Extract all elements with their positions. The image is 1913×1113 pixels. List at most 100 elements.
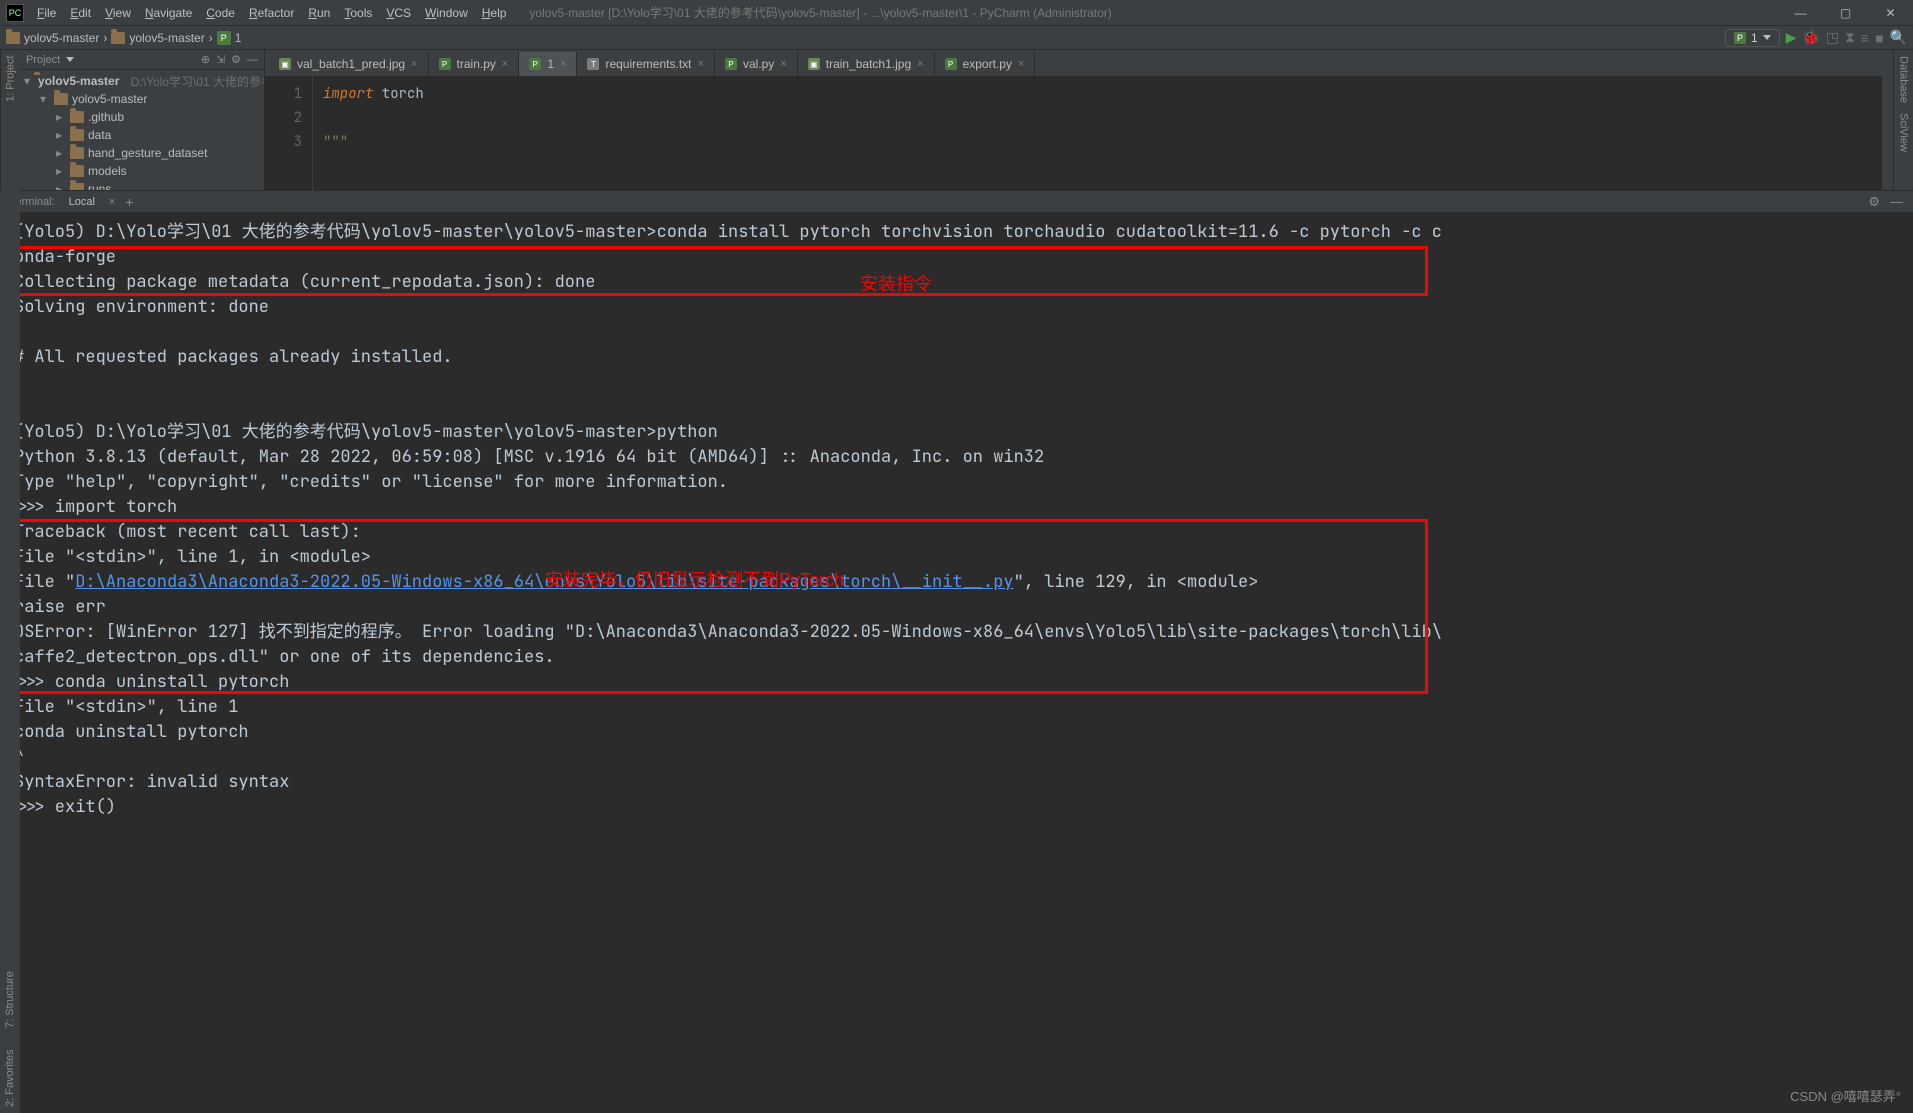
menu-navigate[interactable]: Navigate [138,6,199,20]
terminal-hide-icon[interactable]: — [1890,194,1903,209]
editor: ▣val_batch1_pred.jpg×Ptrain.py×P1×Trequi… [265,50,1893,190]
menu-file[interactable]: File [30,6,63,20]
terminal-line: SyntaxError: invalid syntax [14,770,1899,795]
menu-tools[interactable]: Tools [337,6,379,20]
terminal-line: Type "help", "copyright", "credits" or "… [14,470,1899,495]
rail-sciview[interactable]: SciView [1898,113,1910,152]
scrollbar[interactable] [1881,76,1893,190]
crumb-1[interactable]: yolov5-master [111,31,204,45]
terminal-line: >>> conda uninstall pytorch [14,670,1899,695]
terminal-line: >>> import torch [14,495,1899,520]
terminal-line: caffe2_detectron_ops.dll" or one of its … [14,645,1899,670]
terminal-line: Solving environment: done [14,295,1899,320]
terminal-line: File "D:\Anaconda3\Anaconda3-2022.05-Win… [14,570,1899,595]
editor-tab[interactable]: Ptrain.py× [429,52,520,76]
annotation-text-2: 安装完毕，仍旧显示检测不到PyTorch [545,568,844,593]
editor-tabs[interactable]: ▣val_batch1_pred.jpg×Ptrain.py×P1×Trequi… [265,50,1893,76]
rail-project[interactable]: 1: Project [5,56,17,102]
rail-structure[interactable]: 7: Structure [4,971,16,1028]
chevron-down-icon[interactable] [66,57,74,62]
editor-tab[interactable]: P1× [519,52,577,76]
tree-item[interactable]: ▸.github [20,108,264,126]
close-button[interactable]: ✕ [1868,0,1913,25]
project-pane-title: Project [26,54,60,66]
tree-item[interactable]: ▸runs [20,180,264,190]
terminal-header: Terminal: Local × + ⚙ — [0,190,1913,212]
watermark: CSDN @嘻嘻瑟弄° [1790,1086,1901,1105]
editor-tab[interactable]: Trequirements.txt× [577,52,714,76]
terminal-line: # All requested packages already install… [14,345,1899,370]
terminal-line: File "<stdin>", line 1, in <module> [14,545,1899,570]
search-button[interactable]: 🔍 [1890,29,1907,46]
run-toolbar: P 1 ▶ 🐞 ◳ ⧗ ≡ ■ 🔍 [1725,29,1907,47]
terminal-line: (Yolo5) D:\Yolo学习\01 大佬的参考代码\yolov5-mast… [14,420,1899,445]
maximize-button[interactable]: ▢ [1823,0,1868,25]
terminal-add-tab[interactable]: + [125,194,133,210]
tree-root[interactable]: ▾ yolov5-master D:\Yolo学习\01 大佬的参考代码\yol… [20,72,264,90]
menu-code[interactable]: Code [199,6,242,20]
code-area[interactable]: 1 2 3 import torch """ [265,76,1893,190]
minimize-button[interactable]: — [1778,0,1823,25]
menu-help[interactable]: Help [475,6,514,20]
debug-button[interactable]: 🐞 [1802,29,1819,46]
crumb-root[interactable]: yolov5-master [6,31,99,45]
terminal-line: (Yolo5) D:\Yolo学习\01 大佬的参考代码\yolov5-mast… [14,220,1899,245]
terminal-line: conda uninstall pytorch [14,720,1899,745]
run-button[interactable]: ▶ [1786,29,1797,46]
terminal-line: OSError: [WinError 127] 找不到指定的程序。 Error … [14,620,1899,645]
project-gear-icon[interactable]: ⊕ [201,53,210,66]
left-rail[interactable]: 1: Project [0,50,20,190]
tree-item[interactable]: ▸hand_gesture_dataset [20,144,264,162]
pycharm-icon: PC [6,4,24,22]
more-run-button[interactable]: ≡ [1861,30,1869,46]
editor-tab[interactable]: Pval.py× [715,52,798,76]
terminal-body[interactable]: (Yolo5) D:\Yolo学习\01 大佬的参考代码\yolov5-mast… [0,212,1913,828]
terminal-tab-local[interactable]: Local [65,196,99,208]
breadcrumb: yolov5-master › yolov5-master › P1 [6,31,241,45]
python-file-icon: P [217,31,231,45]
folder-icon [6,32,20,44]
main-menu[interactable]: FileEditViewNavigateCodeRefactorRunTools… [30,6,513,20]
terminal-line: >>> exit() [14,795,1899,820]
chevron-down-icon [1763,35,1771,40]
menu-view[interactable]: View [98,6,138,20]
folder-icon [111,32,125,44]
editor-tab[interactable]: Pexport.py× [935,52,1036,76]
annotation-text-1: 安装指令 [860,272,932,297]
terminal-line: Python 3.8.13 (default, Mar 28 2022, 06:… [14,445,1899,470]
run-config-selector[interactable]: P 1 [1725,29,1780,47]
crumb-file[interactable]: P1 [217,31,242,45]
code-body[interactable]: import torch """ [313,76,1881,190]
project-tool-window: Project ⊕ ⇲ ⚙ — ▾ yolov5-master D:\Yolo学… [20,50,265,190]
stop-button[interactable]: ■ [1875,30,1883,46]
tree-item[interactable]: ▸models [20,162,264,180]
terminal-line: File "<stdin>", line 1 [14,695,1899,720]
editor-tab[interactable]: ▣val_batch1_pred.jpg× [269,52,429,76]
editor-tab[interactable]: ▣train_batch1.jpg× [798,52,935,76]
profile-button[interactable]: ⧗ [1845,29,1855,46]
left-rail-lower[interactable]: 2: Favorites 7: Structure [0,190,20,1113]
terminal-line: Traceback (most recent call last): [14,520,1899,545]
terminal-settings-icon[interactable]: ⚙ [1868,194,1880,210]
menu-edit[interactable]: Edit [63,6,98,20]
tree-item[interactable]: ▸data [20,126,264,144]
rail-database[interactable]: Database [1898,56,1910,103]
python-file-icon: P [1734,32,1746,44]
project-hide-icon[interactable]: — [247,54,258,66]
tree-item[interactable]: ▾yolov5-master [20,90,264,108]
gutter: 1 2 3 [265,76,313,190]
right-rail[interactable]: Database SciView [1893,50,1913,190]
terminal-line: onda-forge [14,245,1899,270]
rail-favorites[interactable]: 2: Favorites [4,1050,16,1107]
run-cov-button[interactable]: ◳ [1826,29,1839,46]
terminal-line: Collecting package metadata (current_rep… [14,270,1899,295]
project-settings-icon[interactable]: ⚙ [231,53,241,66]
project-collapse-icon[interactable]: ⇲ [216,53,225,66]
terminal-line: ^ [14,745,1899,770]
menu-window[interactable]: Window [418,6,475,20]
menu-vcs[interactable]: VCS [379,6,418,20]
project-tree[interactable]: ▾ yolov5-master D:\Yolo学习\01 大佬的参考代码\yol… [20,70,264,190]
menu-run[interactable]: Run [301,6,337,20]
menu-refactor[interactable]: Refactor [242,6,301,20]
window-title: yolov5-master [D:\Yolo学习\01 大佬的参考代码\yolo… [529,4,1778,21]
